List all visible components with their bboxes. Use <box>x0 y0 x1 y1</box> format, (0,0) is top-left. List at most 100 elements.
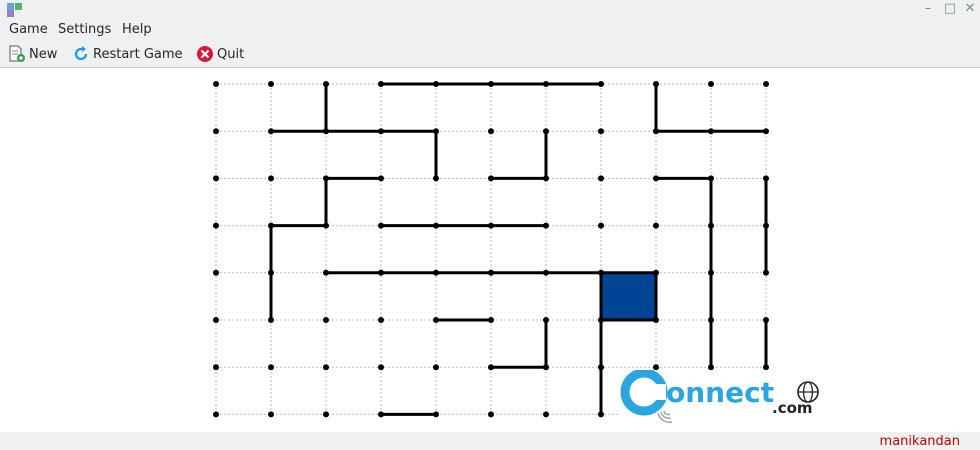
grid-dot[interactable] <box>268 269 274 276</box>
grid-dot[interactable] <box>543 175 549 182</box>
grid-dot[interactable] <box>488 411 494 418</box>
grid-dot[interactable] <box>488 175 494 182</box>
watermark-logo: onnect .com <box>620 368 819 423</box>
game-board[interactable] <box>0 68 980 432</box>
grid-dot[interactable] <box>378 128 384 135</box>
quit-button[interactable]: Quit <box>196 44 244 64</box>
grid-dot[interactable] <box>213 411 219 418</box>
grid-dot[interactable] <box>488 222 494 229</box>
grid-dot[interactable] <box>323 128 329 135</box>
grid-dot[interactable] <box>763 175 769 182</box>
grid-dot[interactable] <box>488 364 494 371</box>
grid-dot[interactable] <box>433 317 439 323</box>
grid-dot[interactable] <box>598 128 604 135</box>
grid-dot[interactable] <box>653 222 659 229</box>
grid-dot[interactable] <box>323 175 329 182</box>
grid-dot[interactable] <box>543 317 549 323</box>
new-game-icon <box>9 45 25 62</box>
grid-dot[interactable] <box>213 175 219 182</box>
grid-dot[interactable] <box>708 222 714 229</box>
grid-dot[interactable] <box>708 317 714 323</box>
grid-dot[interactable] <box>598 269 604 276</box>
grid-dot[interactable] <box>323 364 329 371</box>
grid-dot[interactable] <box>543 269 549 276</box>
grid-dot[interactable] <box>213 364 219 371</box>
menu-help[interactable]: Help <box>122 22 152 37</box>
grid-dot[interactable] <box>268 364 274 371</box>
close-button[interactable]: ✕ <box>962 1 978 17</box>
title-bar: – □ ✕ <box>0 0 980 20</box>
grid-dot[interactable] <box>598 222 604 229</box>
grid-dot[interactable] <box>763 128 769 135</box>
status-bar: manikandan <box>0 432 980 450</box>
grid-dot[interactable] <box>488 317 494 323</box>
grid-dot[interactable] <box>433 81 439 87</box>
minimize-button[interactable]: – <box>920 1 936 17</box>
grid-dot[interactable] <box>653 175 659 182</box>
grid-dot[interactable] <box>488 81 494 87</box>
grid-dot[interactable] <box>763 269 769 276</box>
grid-dot[interactable] <box>653 269 659 276</box>
grid-dot[interactable] <box>268 175 274 182</box>
grid-dot[interactable] <box>268 411 274 418</box>
grid-dot[interactable] <box>763 81 769 87</box>
grid-dot[interactable] <box>708 175 714 182</box>
grid-dot[interactable] <box>323 411 329 418</box>
grid-dot[interactable] <box>213 128 219 135</box>
grid-dot[interactable] <box>598 175 604 182</box>
toolbar: New Restart Game Quit <box>0 40 980 68</box>
grid-dot[interactable] <box>378 222 384 229</box>
grid-dot[interactable] <box>268 128 274 135</box>
grid-dot[interactable] <box>708 269 714 276</box>
grid-dot[interactable] <box>213 81 219 87</box>
grid-dot[interactable] <box>763 317 769 323</box>
grid-dot[interactable] <box>653 317 659 323</box>
grid-dot[interactable] <box>708 128 714 135</box>
grid-dot[interactable] <box>543 222 549 229</box>
grid-dot[interactable] <box>378 269 384 276</box>
grid-dot[interactable] <box>598 317 604 323</box>
grid-dot[interactable] <box>323 317 329 323</box>
grid-dot[interactable] <box>323 269 329 276</box>
grid-dot[interactable] <box>433 222 439 229</box>
grid-dot[interactable] <box>763 222 769 229</box>
grid-dot[interactable] <box>378 317 384 323</box>
menu-settings[interactable]: Settings <box>58 22 111 37</box>
grid-dot[interactable] <box>543 128 549 135</box>
grid-dot[interactable] <box>433 175 439 182</box>
grid-dot[interactable] <box>213 222 219 229</box>
menu-bar: Game Settings Help <box>0 20 980 40</box>
grid-dot[interactable] <box>213 317 219 323</box>
grid-dot[interactable] <box>268 222 274 229</box>
grid-dot[interactable] <box>543 81 549 87</box>
menu-game[interactable]: Game <box>9 22 48 37</box>
new-game-button[interactable]: New <box>8 44 57 64</box>
grid-dot[interactable] <box>378 175 384 182</box>
grid-dot[interactable] <box>598 411 604 418</box>
grid-dot[interactable] <box>653 128 659 135</box>
grid-dot[interactable] <box>488 128 494 135</box>
new-game-label: New <box>29 46 58 62</box>
grid-dot[interactable] <box>433 364 439 371</box>
grid-dot[interactable] <box>378 364 384 371</box>
grid-dot[interactable] <box>433 411 439 418</box>
grid-dot[interactable] <box>598 364 604 371</box>
grid-dot[interactable] <box>378 81 384 87</box>
grid-dot[interactable] <box>653 81 659 87</box>
grid-dot[interactable] <box>378 411 384 418</box>
grid-dot[interactable] <box>268 81 274 87</box>
grid-dot[interactable] <box>323 222 329 229</box>
grid-dot[interactable] <box>598 81 604 87</box>
restart-game-button[interactable]: Restart Game <box>72 44 183 64</box>
restart-icon <box>74 46 88 61</box>
grid-dot[interactable] <box>323 81 329 87</box>
grid-dot[interactable] <box>543 364 549 371</box>
grid-dot[interactable] <box>488 269 494 276</box>
grid-dot[interactable] <box>268 317 274 323</box>
grid-dot[interactable] <box>543 411 549 418</box>
grid-dot[interactable] <box>708 81 714 87</box>
grid-dot[interactable] <box>433 128 439 135</box>
maximize-button[interactable]: □ <box>942 1 958 17</box>
grid-dot[interactable] <box>433 269 439 276</box>
grid-dot[interactable] <box>213 269 219 276</box>
